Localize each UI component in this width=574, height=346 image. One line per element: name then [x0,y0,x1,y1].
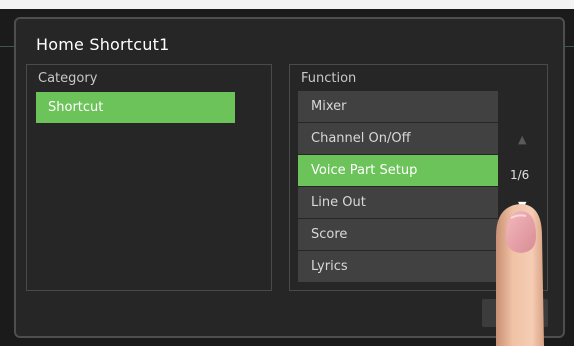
function-panel: Function Mixer Channel On/Off Voice Part… [289,64,548,291]
category-label: Category [38,71,98,86]
scroll-up-icon[interactable]: ▲ [518,133,526,146]
function-item-voice-part-setup[interactable]: Voice Part Setup [298,155,498,186]
function-item-line-out[interactable]: Line Out [298,187,498,218]
dialog-title: Home Shortcut1 [36,35,170,54]
scroll-down-icon[interactable]: ▼ [518,199,526,212]
top-strip [0,0,574,9]
dialog-button[interactable] [482,299,548,327]
category-item-shortcut[interactable]: Shortcut [36,92,235,123]
function-label: Function [301,71,357,86]
function-item-mixer[interactable]: Mixer [298,91,498,122]
background-line-left [0,46,14,47]
function-item-score[interactable]: Score [298,219,498,250]
function-item-lyrics[interactable]: Lyrics [298,251,498,282]
function-item-channel-on-off[interactable]: Channel On/Off [298,123,498,154]
screen: Home Shortcut1 Category Shortcut Functio… [0,0,574,346]
function-list: Mixer Channel On/Off Voice Part Setup Li… [298,91,498,283]
home-shortcut-dialog: Home Shortcut1 Category Shortcut Functio… [14,17,565,338]
category-panel: Category Shortcut [26,64,272,291]
page-indicator: 1/6 [510,168,530,182]
background-line-right [565,46,574,47]
